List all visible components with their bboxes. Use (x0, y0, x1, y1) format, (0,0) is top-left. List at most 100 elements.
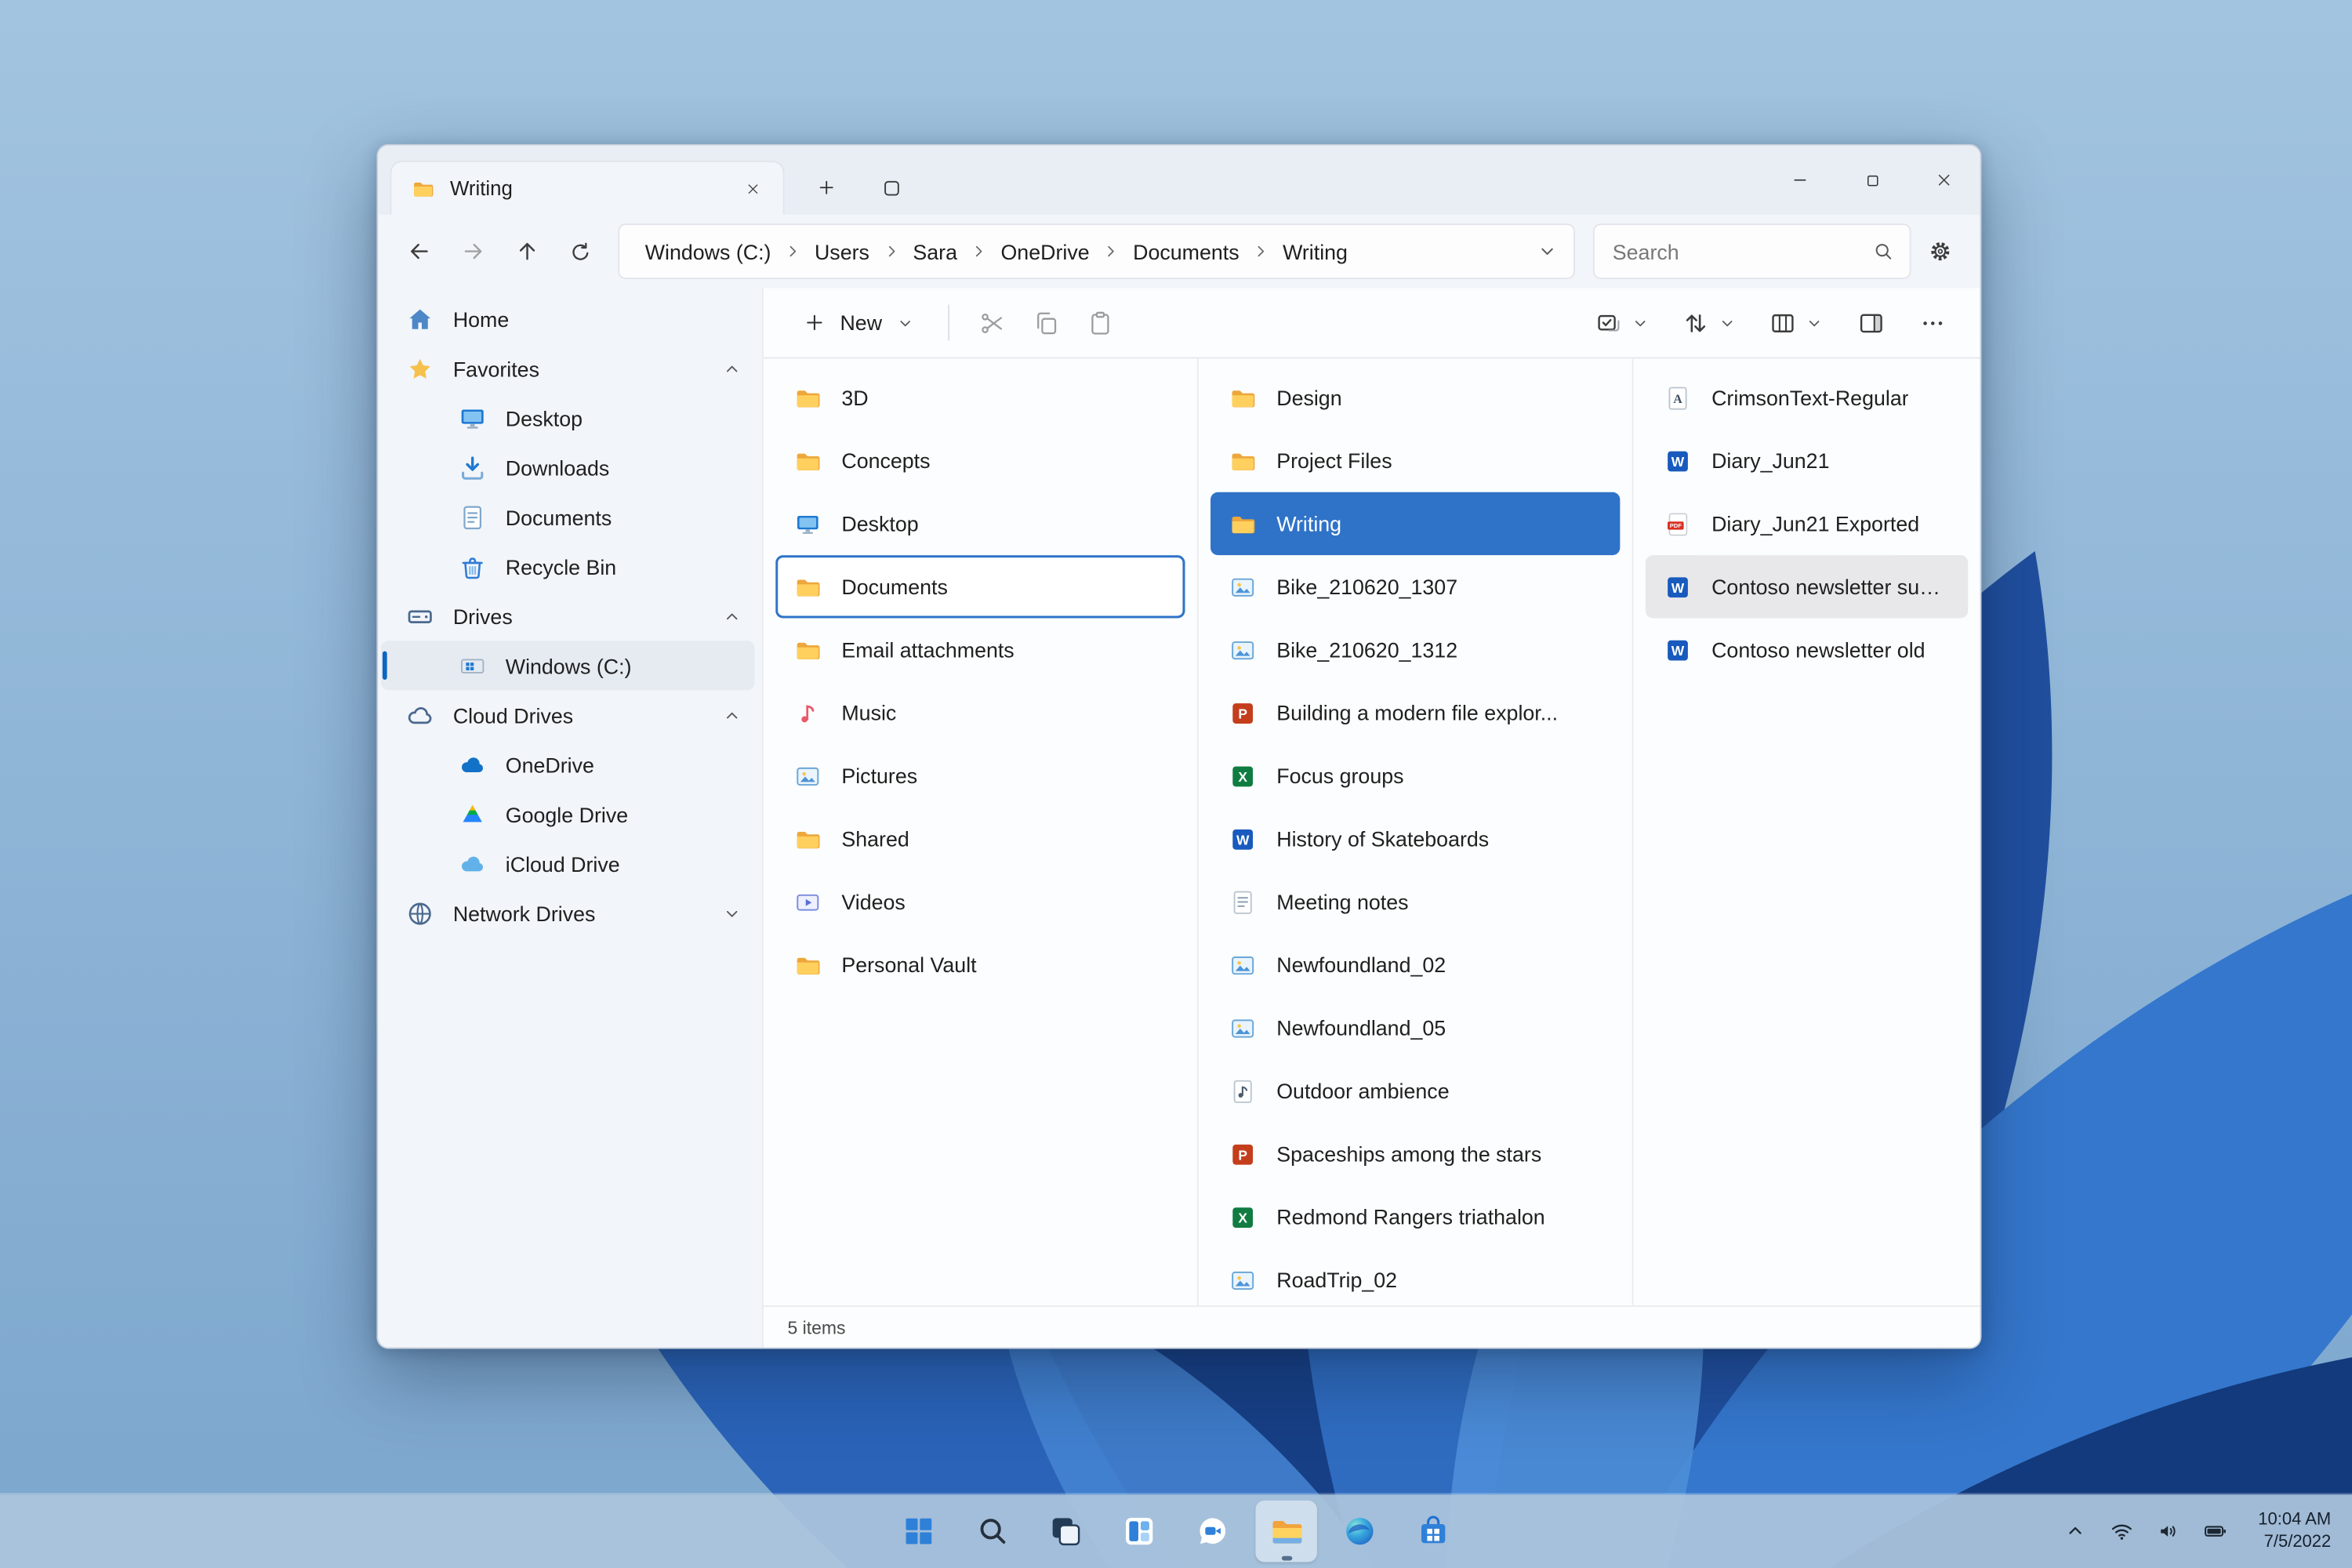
item-diary-jun21[interactable]: WDiary_Jun21 (1646, 429, 1968, 492)
item-newfoundland-02[interactable]: Newfoundland_02 (1210, 933, 1620, 996)
item-redmond-rangers-triathalon[interactable]: XRedmond Rangers triathalon (1210, 1185, 1620, 1248)
item-outdoor-ambience[interactable]: Outdoor ambience (1210, 1059, 1620, 1122)
chevron-up-icon[interactable] (721, 358, 742, 379)
sidebar-item-label: Recycle Bin (506, 554, 616, 579)
chevron-down-icon[interactable] (721, 902, 742, 924)
taskbar-task-view-button[interactable] (1035, 1501, 1096, 1562)
select-button[interactable] (1583, 297, 1662, 348)
item-shared[interactable]: Shared (775, 808, 1185, 870)
sidebar-item-onedrive[interactable]: OneDrive (381, 740, 754, 789)
item-music[interactable]: Music (775, 681, 1185, 744)
item-3d[interactable]: 3D (775, 366, 1185, 429)
details-pane-button[interactable] (1843, 297, 1897, 348)
see-more-button[interactable] (1905, 297, 1959, 348)
item-label: Documents (841, 575, 947, 599)
item-newfoundland-05[interactable]: Newfoundland_05 (1210, 996, 1620, 1059)
item-contoso-newsletter-old[interactable]: WContoso newsletter old (1646, 619, 1968, 681)
task-view-icon (1047, 1512, 1084, 1550)
taskbar-widgets-button[interactable] (1109, 1501, 1170, 1562)
breadcrumb-segment-sara[interactable]: Sara (902, 235, 967, 268)
item-contoso-newsletter-summe[interactable]: WContoso newsletter summe... (1646, 555, 1968, 618)
view-button[interactable] (1756, 297, 1835, 348)
breadcrumb-segment-onedrive[interactable]: OneDrive (990, 235, 1100, 268)
chevron-up-icon[interactable] (721, 705, 742, 726)
taskbar-chat-button[interactable] (1182, 1501, 1243, 1562)
tray-volume-button[interactable] (2147, 1506, 2190, 1557)
file-explorer-window: Writing (376, 144, 1981, 1349)
taskbar-file-explorer-button[interactable] (1255, 1501, 1316, 1562)
sidebar-item-home[interactable]: Home (381, 294, 754, 343)
back-button[interactable] (393, 226, 444, 277)
maximize-button[interactable] (1836, 146, 1908, 215)
sidebar-item-desktop[interactable]: Desktop (381, 393, 754, 442)
tray-battery-button[interactable] (2194, 1506, 2236, 1557)
sidebar-item-documents[interactable]: Documents (381, 492, 754, 542)
taskbar-start-button[interactable] (888, 1501, 949, 1562)
item-email-attachments[interactable]: Email attachments (775, 619, 1185, 681)
breadcrumb-segment-writing[interactable]: Writing (1272, 235, 1359, 268)
copy-button[interactable] (1018, 297, 1073, 348)
item-personal-vault[interactable]: Personal Vault (775, 933, 1185, 996)
item-writing[interactable]: Writing (1210, 492, 1620, 555)
item-project-files[interactable]: Project Files (1210, 429, 1620, 492)
item-concepts[interactable]: Concepts (775, 429, 1185, 492)
details-pane-icon (1857, 308, 1885, 336)
refresh-button[interactable] (555, 226, 606, 277)
item-bike-210620-1312[interactable]: Bike_210620_1312 (1210, 619, 1620, 681)
tab-switcher-button[interactable] (869, 165, 913, 210)
paste-button[interactable] (1073, 297, 1127, 348)
item-design[interactable]: Design (1210, 366, 1620, 429)
breadcrumb-segment-users[interactable]: Users (804, 235, 880, 268)
item-label: Project Files (1276, 448, 1392, 473)
new-tab-button[interactable] (804, 165, 849, 210)
item-roadtrip-02[interactable]: RoadTrip_02 (1210, 1248, 1620, 1305)
item-bike-210620-1307[interactable]: Bike_210620_1307 (1210, 555, 1620, 618)
item-desktop[interactable]: Desktop (775, 492, 1185, 555)
sidebar-item-downloads[interactable]: Downloads (381, 443, 754, 492)
taskbar-edge-button[interactable] (1329, 1501, 1390, 1562)
sidebar-item-google-drive[interactable]: Google Drive (381, 789, 754, 839)
sidebar-item-recycle-bin[interactable]: Recycle Bin (381, 542, 754, 591)
breadcrumb[interactable]: Windows (C:) Users Sara OneDrive Documents Wr… (618, 223, 1575, 279)
tab-writing[interactable]: Writing (390, 161, 784, 215)
sidebar-item-network-drives[interactable]: Network Drives (381, 888, 754, 938)
settings-button[interactable] (1914, 226, 1965, 277)
taskbar-search-button[interactable] (961, 1501, 1022, 1562)
breadcrumb-segment-windows-c[interactable]: Windows (C:) (634, 235, 782, 268)
tab-close-button[interactable] (735, 170, 771, 206)
item-focus-groups[interactable]: XFocus groups (1210, 744, 1620, 807)
search-input[interactable] (1610, 238, 1863, 264)
item-meeting-notes[interactable]: Meeting notes (1210, 870, 1620, 933)
forward-button[interactable] (447, 226, 498, 277)
sidebar-item-favorites[interactable]: Favorites (381, 343, 754, 393)
tray-wifi-button[interactable] (2100, 1506, 2143, 1557)
up-button[interactable] (501, 226, 552, 277)
item-spaceships-among-the-stars[interactable]: PSpaceships among the stars (1210, 1123, 1620, 1185)
taskbar-clock[interactable]: 10:04 AM 7/5/2022 (2252, 1509, 2337, 1554)
window-controls (1764, 146, 1980, 215)
downloads-icon (458, 452, 488, 482)
sidebar-item-windows-c[interactable]: Windows (C:) (381, 641, 754, 690)
taskbar-store-button[interactable] (1403, 1501, 1464, 1562)
item-history-of-skateboards[interactable]: WHistory of Skateboards (1210, 808, 1620, 870)
close-window-button[interactable] (1908, 146, 1980, 215)
item-videos[interactable]: Videos (775, 870, 1185, 933)
cut-button[interactable] (964, 297, 1018, 348)
item-pictures[interactable]: Pictures (775, 744, 1185, 807)
item-crimsontext-regular[interactable]: ACrimsonText-Regular (1646, 366, 1968, 429)
item-diary-jun21-exported[interactable]: PDFDiary_Jun21 Exported (1646, 492, 1968, 555)
screen: Writing (0, 0, 2352, 1568)
breadcrumb-segment-documents[interactable]: Documents (1123, 235, 1250, 268)
chevron-up-icon[interactable] (721, 605, 742, 626)
tray-chevron-button[interactable] (2054, 1506, 2096, 1557)
address-dropdown-icon[interactable] (1536, 240, 1559, 263)
sort-button[interactable] (1670, 297, 1749, 348)
sidebar-item-cloud-drives[interactable]: Cloud Drives (381, 690, 754, 739)
minimize-button[interactable] (1764, 146, 1836, 215)
item-building-a-modern-file-explor[interactable]: PBuilding a modern file explor... (1210, 681, 1620, 744)
sidebar-item-drives[interactable]: Drives (381, 591, 754, 641)
item-documents[interactable]: Documents (775, 555, 1185, 618)
sidebar-item-label: Desktop (506, 406, 583, 430)
new-button[interactable]: New (785, 297, 933, 348)
sidebar-item-icloud-drive[interactable]: iCloud Drive (381, 839, 754, 888)
